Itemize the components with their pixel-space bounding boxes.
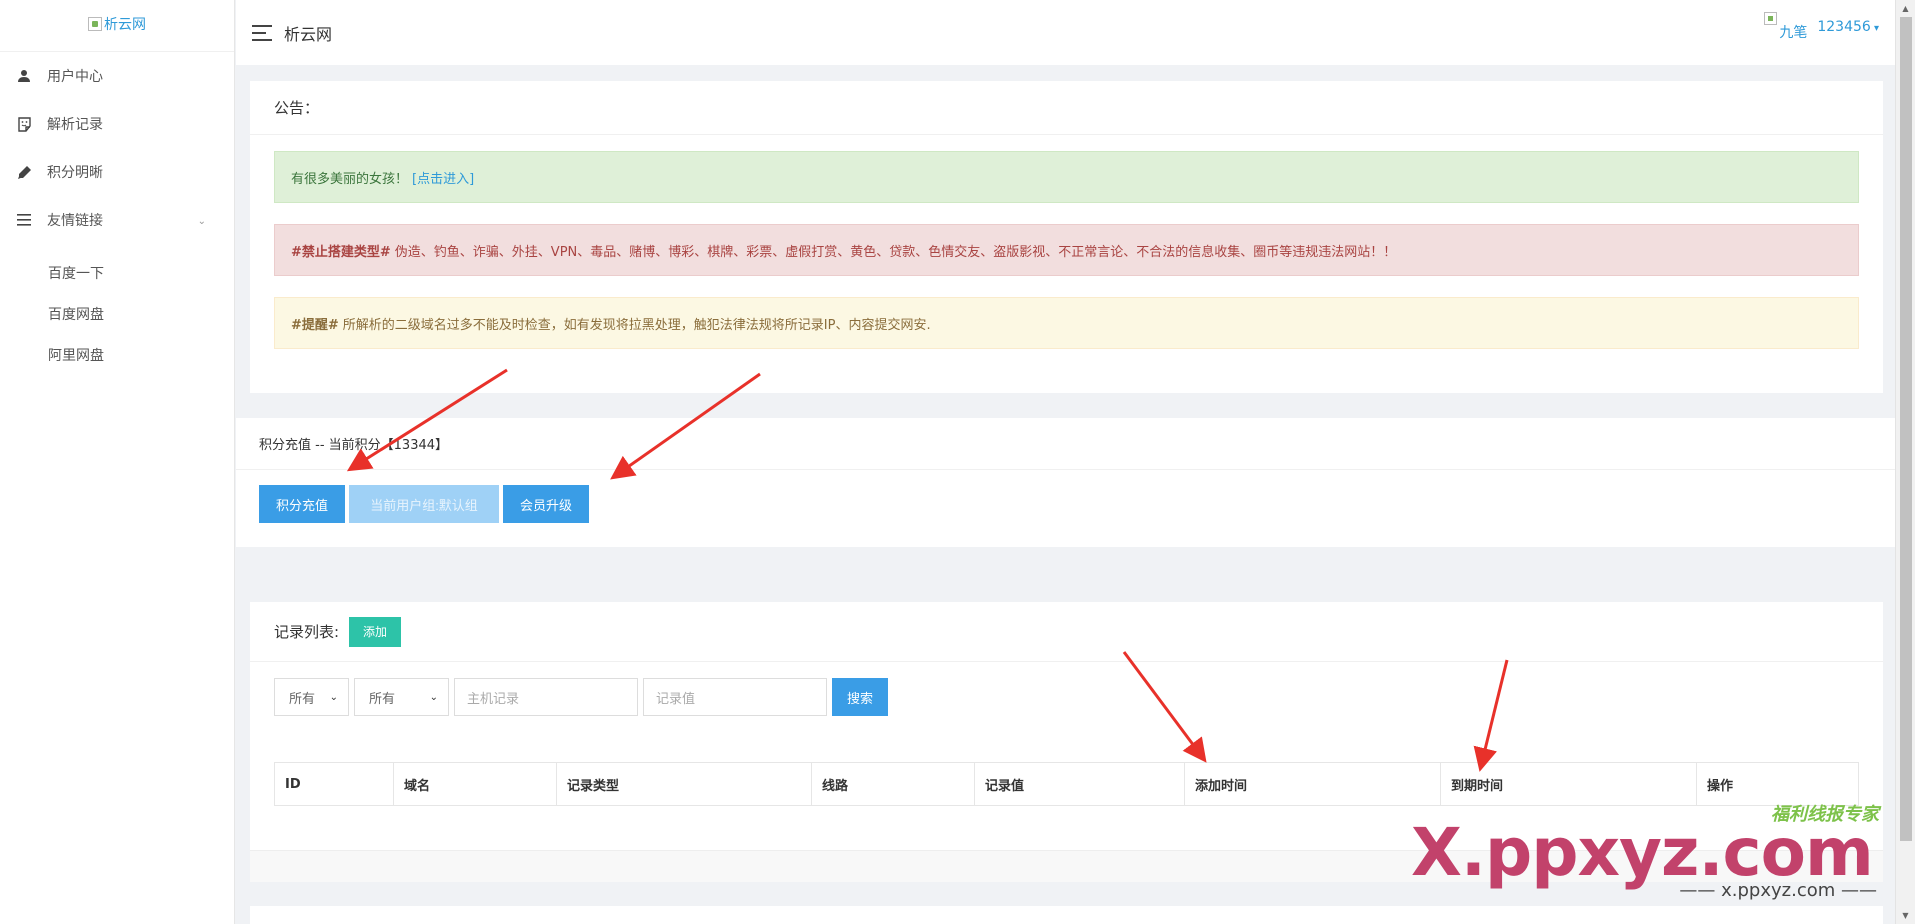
logo-alt-text: 析云网 [104, 17, 146, 33]
records-header: 记录列表: 添加 [250, 602, 1883, 662]
points-panel: 积分充值 -- 当前积分【13344】 积分充值 当前用户组:默认组 会员升级 [236, 418, 1895, 547]
sidebar-item-friend-links[interactable]: 友情链接 ⌄ [0, 196, 234, 244]
column-header-id[interactable]: ID [275, 763, 394, 805]
recharge-button[interactable]: 积分充值 [259, 485, 345, 523]
logo[interactable]: 析云网 [0, 0, 234, 52]
user-dropdown[interactable]: 123456 [1817, 19, 1879, 35]
alert-success-text: 有很多美丽的女孩！ [291, 171, 409, 187]
chevron-down-icon: ⌄ [329, 691, 338, 703]
alert-danger-text: 伪造、钓鱼、诈骗、外挂、VPN、毒品、赌博、博彩、棋牌、彩票、虚假打赏、黄色、贷… [394, 244, 1397, 260]
add-record-button[interactable]: 添加 [349, 616, 402, 647]
sidebar-item-dns-records[interactable]: 解析记录 [0, 100, 234, 148]
user-group-button: 当前用户组:默认组 [349, 485, 499, 523]
watermark-url-text: —— x.ppxyz.com —— [1679, 880, 1877, 901]
records-title: 记录列表: [274, 623, 340, 641]
sidebar-item-label: 解析记录 [47, 117, 103, 133]
sidebar-item-points-detail[interactable]: 积分明晰 [0, 148, 234, 196]
filter-bar: 所有 ⌄ 所有 ⌄ 主机记录 记录值 搜索 [274, 678, 888, 716]
column-header-add-time[interactable]: 添加时间 [1185, 763, 1441, 805]
column-header-record-type[interactable]: 记录类型 [557, 763, 812, 805]
list-icon [16, 212, 32, 228]
submenu-item-baidu[interactable]: 百度一下 [0, 252, 234, 293]
scroll-down-icon[interactable]: ▼ [1896, 907, 1915, 924]
host-record-input[interactable]: 主机记录 [454, 678, 638, 716]
friend-links-submenu: 百度一下 百度网盘 阿里网盘 [0, 244, 234, 375]
user-icon [16, 68, 32, 84]
avatar-alt-text: 九笔 [1779, 25, 1808, 41]
hamburger-menu-icon[interactable] [252, 24, 272, 41]
sidebar-item-label: 积分明晰 [47, 165, 103, 181]
notice-panel: 公告： 有很多美丽的女孩！ [点击进入] #禁止搭建类型# 伪造、钓鱼、诈骗、外… [250, 81, 1883, 393]
column-header-line[interactable]: 线路 [812, 763, 975, 805]
header-title: 析云网 [284, 24, 333, 44]
sidebar-menu: 用户中心 解析记录 积分明晰 友情链接 ⌄ [0, 52, 234, 244]
sidebar-item-label: 用户中心 [47, 69, 103, 85]
chevron-down-icon: ⌄ [197, 216, 206, 227]
column-header-actions[interactable]: 操作 [1697, 763, 1858, 805]
alert-warning-strong: #提醒# [291, 317, 339, 333]
record-value-input[interactable]: 记录值 [643, 678, 827, 716]
page-scrollbar[interactable]: ▲ ▼ [1895, 0, 1915, 924]
column-header-domain[interactable]: 域名 [394, 763, 557, 805]
points-title: 积分充值 -- 当前积分【13344】 [236, 418, 1895, 470]
submenu-item-baidu-pan[interactable]: 百度网盘 [0, 293, 234, 334]
scroll-up-icon[interactable]: ▲ [1896, 0, 1915, 17]
line-filter-value: 所有 [369, 691, 396, 707]
broken-image-icon [88, 17, 102, 31]
notice-title: 公告： [250, 81, 1883, 135]
alert-danger: #禁止搭建类型# 伪造、钓鱼、诈骗、外挂、VPN、毒品、赌博、博彩、棋牌、彩票、… [274, 224, 1859, 276]
search-button[interactable]: 搜索 [832, 678, 888, 716]
sidebar-item-label: 友情链接 [47, 213, 103, 229]
enter-link[interactable]: [点击进入] [412, 168, 474, 187]
chevron-down-icon: ⌄ [429, 691, 438, 703]
column-header-record-value[interactable]: 记录值 [975, 763, 1185, 805]
submenu-item-aliyun-pan[interactable]: 阿里网盘 [0, 334, 234, 375]
alert-danger-strong: #禁止搭建类型# [291, 244, 391, 260]
user-area: 九笔 123456 [1764, 12, 1879, 42]
type-filter-select[interactable]: 所有 ⌄ [274, 678, 349, 716]
alert-warning-text: 所解析的二级域名过多不能及时检查，如有发现将拉黑处理，触犯法律法规将所记录IP、… [342, 317, 931, 333]
top-header: 析云网 九笔 123456 [236, 0, 1895, 65]
broken-image-icon [1764, 12, 1778, 25]
scroll-thumb[interactable] [1900, 17, 1912, 841]
sticker-icon [16, 116, 32, 132]
line-filter-select[interactable]: 所有 ⌄ [354, 678, 449, 716]
upgrade-button[interactable]: 会员升级 [503, 485, 589, 523]
sidebar: 析云网 用户中心 解析记录 积分明晰 友情链接 ⌄ 百度一下 百度网盘 阿里网盘 [0, 0, 235, 924]
alert-warning: #提醒# 所解析的二级域名过多不能及时检查，如有发现将拉黑处理，触犯法律法规将所… [274, 297, 1859, 349]
avatar[interactable]: 九笔 [1764, 12, 1807, 42]
watermark: 福利线报专家 X.ppxyz.com —— x.ppxyz.com —— [1411, 800, 1881, 910]
alert-success: 有很多美丽的女孩！ [点击进入] [274, 151, 1859, 203]
sidebar-item-user-center[interactable]: 用户中心 [0, 52, 234, 100]
pencil-icon [16, 164, 32, 180]
type-filter-value: 所有 [289, 691, 316, 707]
points-button-row: 积分充值 当前用户组:默认组 会员升级 [259, 485, 589, 523]
column-header-expire-time[interactable]: 到期时间 [1441, 763, 1697, 805]
